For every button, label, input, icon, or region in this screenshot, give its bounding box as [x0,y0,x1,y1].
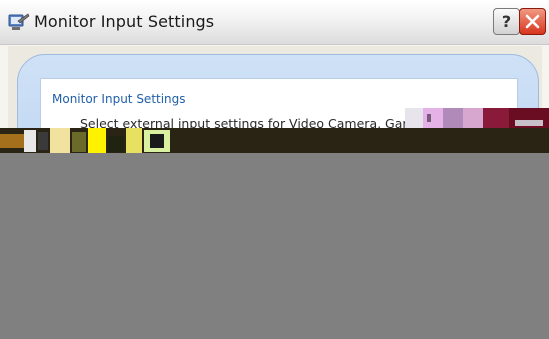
settings-app-icon [8,13,30,30]
corrupted-band [0,128,549,154]
title-bar[interactable]: Monitor Input Settings ? [0,0,549,45]
dialog-window: Monitor Input Settings ? Monitor Input S… [0,0,549,339]
close-icon [525,14,540,29]
corrupted-gray-area [0,153,549,339]
help-button[interactable]: ? [493,8,520,35]
panel-heading: Monitor Input Settings [52,92,186,106]
close-button[interactable] [519,8,546,35]
window-title: Monitor Input Settings [34,12,215,31]
help-icon: ? [501,12,512,31]
